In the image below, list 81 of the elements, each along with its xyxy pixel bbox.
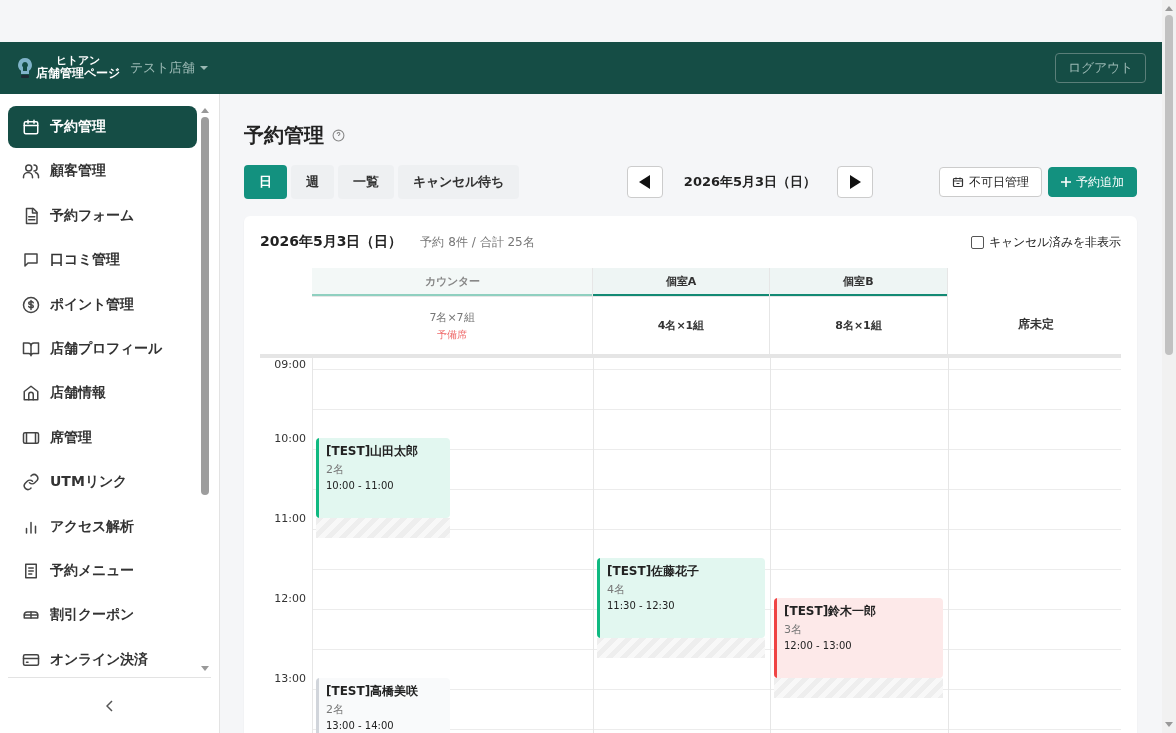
sidebar-item[interactable]: アクセス解析 xyxy=(8,505,197,548)
logout-button[interactable]: ログアウト xyxy=(1055,53,1146,83)
reservation-name: [TEST]佐藤花子 xyxy=(607,563,701,580)
previous-button[interactable] xyxy=(627,166,663,198)
logo-subtitle: 店舗管理ページ xyxy=(36,67,120,82)
scroll-down-icon xyxy=(1165,722,1173,727)
caret-icon xyxy=(200,66,208,70)
calendar-icon xyxy=(22,118,40,136)
reservation-card[interactable]: [TEST]山田太郎 2名 10:00 - 11:00 xyxy=(316,438,450,518)
page-title: 予約管理 xyxy=(244,121,324,149)
time-label: 12:00 xyxy=(274,591,306,605)
column-header: 個室A xyxy=(593,268,769,296)
link-icon xyxy=(22,473,40,492)
plus-icon xyxy=(1061,177,1071,187)
current-date: 2026年5月3日（日） xyxy=(682,173,818,191)
users-icon xyxy=(22,162,40,181)
calendar-icon xyxy=(952,176,964,188)
action-button[interactable]: 不可日管理 xyxy=(939,167,1042,197)
reservation-card[interactable]: [TEST]佐藤花子 4名 11:30 - 12:30 xyxy=(597,558,765,638)
note-label: 予備席 xyxy=(437,327,467,342)
sidebar-item[interactable]: 予約フォーム xyxy=(8,194,197,237)
book-icon xyxy=(22,339,40,358)
sidebar-item[interactable]: UTMリンク xyxy=(8,461,197,504)
reservation-time: 13:00 - 14:00 xyxy=(326,720,395,731)
sidebar-item[interactable]: 顧客管理 xyxy=(8,150,197,193)
list-icon xyxy=(22,561,40,580)
triangle-right-icon xyxy=(849,175,861,189)
sidebar-item[interactable]: 割引クーポン xyxy=(8,594,197,637)
sidebar-item[interactable]: 店舗情報 xyxy=(8,372,197,415)
scroll-up-icon xyxy=(201,108,209,113)
hide-cancelled-checkbox[interactable]: キャンセル済みを非表示 xyxy=(971,233,1121,251)
sidebar-item[interactable]: 予約メニュー xyxy=(8,549,197,592)
capacity-label: 4名×1組 xyxy=(657,318,705,333)
reservation-time: 12:00 - 13:00 xyxy=(784,640,853,651)
view-tab[interactable]: キャンセル待ち xyxy=(398,165,519,199)
column-header: 個室B xyxy=(770,268,947,296)
time-label: 13:00 xyxy=(274,671,306,685)
party-size: 2名 xyxy=(326,702,345,717)
time-label: 11:00 xyxy=(274,511,306,525)
schedule-date: 2026年5月3日（日） xyxy=(260,233,403,251)
scrollbar[interactable] xyxy=(1162,0,1176,733)
checkbox[interactable] xyxy=(971,235,984,249)
add-button[interactable]: 予約追加 xyxy=(1048,167,1137,197)
scroll-up-icon xyxy=(1165,6,1173,11)
capacity-label: 7名×7組 xyxy=(429,309,475,325)
column-header: 席未定 xyxy=(1018,316,1054,333)
bulb-icon xyxy=(16,57,34,79)
sidebar-item[interactable]: 席管理 xyxy=(8,416,197,459)
reservation-time: 11:30 - 12:30 xyxy=(607,600,676,611)
reservation-card[interactable]: [TEST]鈴木一郎 3名 12:00 - 13:00 xyxy=(774,598,943,678)
help-icon[interactable] xyxy=(332,128,345,142)
reservation-name: [TEST]高橋美咲 xyxy=(326,683,420,700)
column-header: カウンター xyxy=(312,268,592,296)
sidebar-item[interactable]: 店舗プロフィール xyxy=(8,327,197,370)
house-icon xyxy=(22,384,40,403)
next-button[interactable] xyxy=(837,166,873,198)
reservation-name: [TEST]鈴木一郎 xyxy=(784,603,878,620)
dollar-icon xyxy=(22,295,40,314)
reservation-name: [TEST]山田太郎 xyxy=(326,443,420,460)
sidebar-item[interactable]: 予約管理 xyxy=(8,106,197,148)
schedule-summary: 予約 8件 / 合計 25名 xyxy=(420,233,535,251)
sidebar-item[interactable]: 口コミ管理 xyxy=(8,239,197,282)
party-size: 2名 xyxy=(326,462,345,477)
view-tab[interactable]: 一覧 xyxy=(338,165,394,199)
view-tab[interactable]: 週 xyxy=(291,165,334,199)
view-tab[interactable]: 日 xyxy=(244,165,287,199)
sidebar-item[interactable]: ポイント管理 xyxy=(8,283,197,326)
triangle-left-icon xyxy=(639,175,651,189)
sidebar-item[interactable]: オンライン決済 xyxy=(8,638,197,677)
logo-text: ヒトアン xyxy=(56,54,100,67)
chevron-left-icon[interactable] xyxy=(105,699,114,712)
party-size: 3名 xyxy=(784,622,803,637)
capacity-label: 8名×1組 xyxy=(835,318,882,333)
party-size: 4名 xyxy=(607,582,626,597)
scroll-down-icon xyxy=(201,666,209,671)
time-label: 09:00 xyxy=(274,358,306,371)
time-label: 10:00 xyxy=(274,431,306,445)
speech-bubble-icon xyxy=(22,251,40,270)
reservation-time: 10:00 - 11:00 xyxy=(326,480,395,491)
store-selector[interactable]: テスト店舗 xyxy=(130,59,208,77)
reservation-card[interactable]: [TEST]高橋美咲 2名 13:00 - 14:00 xyxy=(316,678,450,733)
